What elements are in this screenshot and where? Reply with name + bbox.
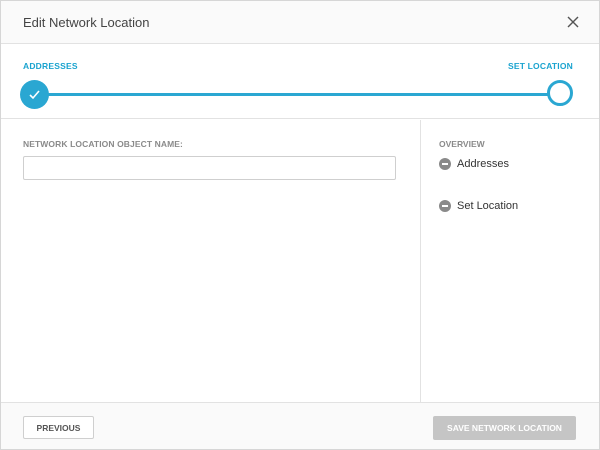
overview-pane: OVERVIEW Addresses Set Location: [420, 120, 599, 402]
step-label-addresses[interactable]: ADDRESSES: [23, 61, 78, 71]
overview-item-set-location: Set Location: [439, 199, 518, 213]
close-icon[interactable]: [563, 12, 583, 32]
step-completed-dot[interactable]: [20, 80, 49, 109]
network-location-name-input[interactable]: [23, 156, 396, 180]
minus-circle-icon: [439, 158, 451, 170]
wizard-stepper: ADDRESSES SET LOCATION: [1, 44, 599, 119]
dialog-header: Edit Network Location: [1, 1, 599, 44]
step-current-dot[interactable]: [547, 80, 573, 106]
dialog-title: Edit Network Location: [23, 15, 150, 30]
overview-item-label: Set Location: [457, 200, 519, 212]
edit-network-location-dialog: Edit Network Location ADDRESSES SET LOCA…: [0, 0, 600, 450]
overview-title: OVERVIEW: [439, 139, 485, 149]
dialog-footer: PREVIOUS SAVE NETWORK LOCATION: [1, 402, 599, 449]
save-network-location-button[interactable]: SAVE NETWORK LOCATION: [433, 416, 576, 440]
form-pane: NETWORK LOCATION OBJECT NAME:: [1, 120, 420, 402]
overview-item-addresses: Addresses: [439, 157, 509, 171]
checkmark-icon: [29, 90, 40, 100]
overview-item-label: Addresses: [457, 158, 509, 170]
minus-circle-icon: [439, 200, 451, 212]
stepper-track: [31, 93, 561, 96]
name-field-label: NETWORK LOCATION OBJECT NAME:: [23, 139, 183, 149]
previous-button[interactable]: PREVIOUS: [23, 416, 94, 439]
step-label-set-location[interactable]: SET LOCATION: [508, 61, 573, 71]
